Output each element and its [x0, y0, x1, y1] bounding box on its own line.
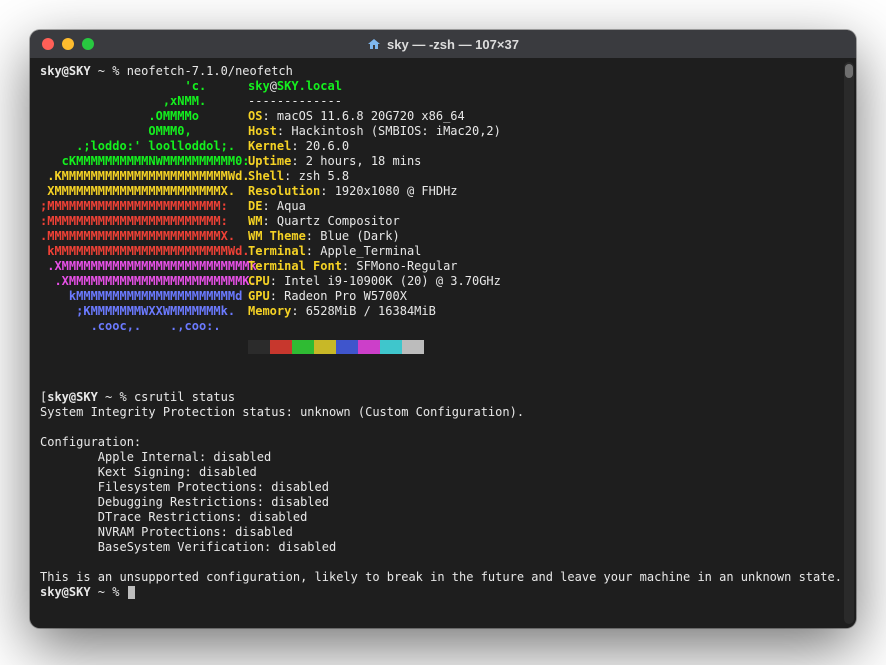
terminal-body[interactable]: sky@SKY ~ % neofetch-7.1.0/neofetch 'c.s… [30, 58, 856, 628]
terminal-window: sky — -zsh — 107×37 sky@SKY ~ % neofetch… [30, 30, 856, 628]
neofetch-info-line: WM: Quartz Compositor [248, 214, 846, 229]
prompt-user: sky@SKY [47, 390, 98, 404]
prompt-user: sky@SKY [40, 64, 91, 78]
ascii-logo-line: XMMMMMMMMMMMMMMMMMMMMMMMX. [40, 184, 248, 199]
scrollbar[interactable] [844, 62, 854, 624]
ascii-logo-line: cKMMMMMMMMMMNWMMMMMMMMMM0: [40, 154, 248, 169]
ascii-logo-line: OMMM0, [40, 124, 248, 139]
neofetch-info-line: Kernel: 20.6.0 [248, 139, 846, 154]
ascii-logo-line: .OMMMMo [40, 109, 248, 124]
ascii-logo-line: 'c. [40, 79, 248, 94]
ascii-logo-line: kMMMMMMMMMMMMMMMMMMMMMMMMWd. [40, 244, 248, 259]
minimize-button[interactable] [62, 38, 74, 50]
ascii-logo-line: ;KMMMMMMMWXXWMMMMMMMk. [40, 304, 248, 319]
ascii-logo-line: .cooc,. .,coo:. [40, 319, 248, 334]
config-line: Kext Signing: disabled [40, 465, 846, 480]
neofetch-info-line: DE: Aqua [248, 199, 846, 214]
prompt-user: sky@SKY [40, 585, 91, 599]
sip-status-line: System Integrity Protection status: unkn… [40, 405, 846, 420]
ascii-logo-line: .KMMMMMMMMMMMMMMMMMMMMMMMWd. [40, 169, 248, 184]
color-swatch [336, 340, 358, 354]
prompt-line-2: [sky@SKY ~ % csrutil status [40, 390, 846, 405]
warning-line: This is an unsupported configuration, li… [40, 570, 846, 585]
config-line: BaseSystem Verification: disabled [40, 540, 846, 555]
scrollbar-thumb[interactable] [845, 64, 853, 78]
titlebar[interactable]: sky — -zsh — 107×37 [30, 30, 856, 58]
neofetch-info-line: OS: macOS 11.6.8 20G720 x86_64 [248, 109, 846, 124]
blank-line [40, 420, 846, 435]
config-line: Apple Internal: disabled [40, 450, 846, 465]
ascii-logo-line: kMMMMMMMMMMMMMMMMMMMMMMd [40, 289, 248, 304]
neofetch-info-line: sky@SKY.local [248, 79, 846, 94]
color-swatch [402, 340, 424, 354]
command-text: csrutil status [134, 390, 235, 404]
color-swatch [248, 340, 270, 354]
config-lines: Apple Internal: disabled Kext Signing: d… [40, 450, 846, 555]
close-button[interactable] [42, 38, 54, 50]
ascii-logo-line: .XMMMMMMMMMMMMMMMMMMMMMMMMK. [40, 274, 248, 289]
ascii-logo-line: ,xNMM. [40, 94, 248, 109]
config-line: Filesystem Protections: disabled [40, 480, 846, 495]
maximize-button[interactable] [82, 38, 94, 50]
color-swatch [270, 340, 292, 354]
neofetch-info-line: ------------- [248, 94, 846, 109]
config-line: DTrace Restrictions: disabled [40, 510, 846, 525]
neofetch-info-line: Terminal Font: SFMono-Regular [248, 259, 846, 274]
ascii-logo-line: .MMMMMMMMMMMMMMMMMMMMMMMMX. [40, 229, 248, 244]
cursor [128, 586, 135, 599]
config-line: Debugging Restrictions: disabled [40, 495, 846, 510]
neofetch-info-line: Resolution: 1920x1080 @ FHDHz [248, 184, 846, 199]
window-title: sky — -zsh — 107×37 [30, 37, 856, 52]
neofetch-output: 'c.sky@SKY.local ,xNMM.------------- .OM… [40, 79, 846, 334]
color-swatches [248, 340, 846, 354]
neofetch-info-line: Memory: 6528MiB / 16384MiB [248, 304, 846, 319]
color-swatch [358, 340, 380, 354]
command-text: neofetch-7.1.0/neofetch [127, 64, 293, 78]
prompt-line-3[interactable]: sky@SKY ~ % [40, 585, 846, 600]
neofetch-info-line: Shell: zsh 5.8 [248, 169, 846, 184]
blank-line [40, 375, 846, 390]
neofetch-info-line: GPU: Radeon Pro W5700X [248, 289, 846, 304]
config-line: NVRAM Protections: disabled [40, 525, 846, 540]
prompt-line-1: sky@SKY ~ % neofetch-7.1.0/neofetch [40, 64, 846, 79]
ascii-logo-line: :MMMMMMMMMMMMMMMMMMMMMMMM: [40, 214, 248, 229]
neofetch-info-line: Host: Hackintosh (SMBIOS: iMac20,2) [248, 124, 846, 139]
neofetch-info-line: Uptime: 2 hours, 18 mins [248, 154, 846, 169]
window-title-text: sky — -zsh — 107×37 [387, 37, 519, 52]
traffic-lights [42, 38, 94, 50]
ascii-logo-line: .XMMMMMMMMMMMMMMMMMMMMMMMMMMk [40, 259, 248, 274]
home-icon [367, 38, 381, 50]
config-header: Configuration: [40, 435, 846, 450]
color-swatch [292, 340, 314, 354]
blank-line [40, 555, 846, 570]
neofetch-info-line: Terminal: Apple_Terminal [248, 244, 846, 259]
color-swatch [380, 340, 402, 354]
ascii-logo-line: ;MMMMMMMMMMMMMMMMMMMMMMMM: [40, 199, 248, 214]
blank-line [40, 360, 846, 375]
neofetch-info-line: CPU: Intel i9-10900K (20) @ 3.70GHz [248, 274, 846, 289]
ascii-logo-line: .;loddo:' loolloddol;. [40, 139, 248, 154]
neofetch-info-line: WM Theme: Blue (Dark) [248, 229, 846, 244]
neofetch-info-line [248, 319, 846, 334]
color-swatch [314, 340, 336, 354]
